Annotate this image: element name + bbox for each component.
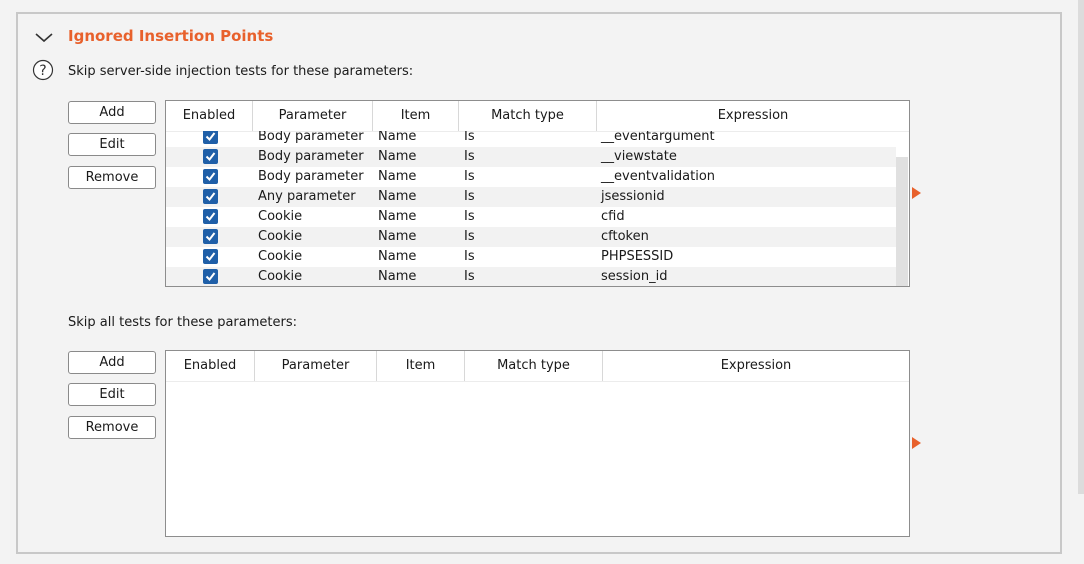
- table-body: [166, 381, 896, 536]
- table-body: Body parameter Name Is __eventargument Body …: [166, 131, 896, 286]
- checkmark-icon: [205, 132, 216, 142]
- cell-item: Name: [378, 149, 417, 164]
- cell-expression: __eventvalidation: [601, 169, 716, 184]
- enabled-checkbox[interactable]: [203, 209, 218, 224]
- table-row[interactable]: Body parameter Name Is __eventargument: [166, 131, 896, 147]
- cell-match-type: Is: [464, 131, 475, 144]
- table-header: Enabled Parameter Item Match type Expres…: [166, 101, 909, 132]
- checkmark-icon: [205, 152, 216, 162]
- enabled-checkbox[interactable]: [203, 169, 218, 184]
- cell-match-type: Is: [464, 249, 475, 264]
- cell-expression: __eventargument: [601, 131, 715, 144]
- cell-item: Name: [378, 131, 417, 144]
- add-button[interactable]: Add: [68, 101, 156, 124]
- cell-item: Name: [378, 169, 417, 184]
- checkmark-icon: [205, 212, 216, 222]
- column-header-expression[interactable]: Expression: [603, 351, 909, 381]
- add-button[interactable]: Add: [68, 351, 156, 374]
- cell-parameter: Cookie: [258, 229, 303, 244]
- edit-button[interactable]: Edit: [68, 383, 156, 406]
- cell-parameter: Cookie: [258, 269, 303, 284]
- cell-parameter: Any parameter: [258, 189, 356, 204]
- checkmark-icon: [205, 252, 216, 262]
- enabled-checkbox[interactable]: [203, 131, 218, 144]
- cell-match-type: Is: [464, 169, 475, 184]
- chevron-down-icon[interactable]: [34, 30, 54, 44]
- svg-text:?: ?: [39, 63, 46, 79]
- enabled-checkbox[interactable]: [203, 269, 218, 284]
- table-row[interactable]: Cookie Name Is PHPSESSID: [166, 247, 896, 267]
- cell-expression: cfid: [601, 209, 625, 224]
- column-header-parameter[interactable]: Parameter: [255, 351, 377, 381]
- enabled-checkbox[interactable]: [203, 229, 218, 244]
- cell-expression: jsessionid: [601, 189, 665, 204]
- cell-expression: __viewstate: [601, 149, 677, 164]
- cell-parameter: Cookie: [258, 209, 303, 224]
- cell-parameter: Body parameter: [258, 131, 364, 144]
- cell-match-type: Is: [464, 189, 475, 204]
- column-header-item[interactable]: Item: [373, 101, 459, 131]
- enabled-checkbox[interactable]: [203, 189, 218, 204]
- skip-all-tests-table: Enabled Parameter Item Match type Expres…: [165, 350, 910, 537]
- table-row[interactable]: Cookie Name Is cfid: [166, 207, 896, 227]
- cell-item: Name: [378, 269, 417, 284]
- window-scrollbar[interactable]: [1078, 0, 1084, 494]
- cell-expression: session_id: [601, 269, 668, 284]
- checkmark-icon: [205, 172, 216, 182]
- table-row[interactable]: Body parameter Name Is __viewstate: [166, 147, 896, 167]
- cell-parameter: Body parameter: [258, 149, 364, 164]
- checkmark-icon: [205, 272, 216, 282]
- cell-expression: PHPSESSID: [601, 249, 674, 264]
- checkmark-icon: [205, 232, 216, 242]
- cell-parameter: Body parameter: [258, 169, 364, 184]
- cell-expression: cftoken: [601, 229, 649, 244]
- table-header: Enabled Parameter Item Match type Expres…: [166, 351, 909, 382]
- remove-button[interactable]: Remove: [68, 166, 156, 189]
- play-arrow-icon[interactable]: [912, 187, 921, 199]
- skip-server-side-table: Enabled Parameter Item Match type Expres…: [165, 100, 910, 287]
- help-icon[interactable]: ?: [32, 59, 54, 81]
- column-header-expression[interactable]: Expression: [597, 101, 909, 131]
- edit-button[interactable]: Edit: [68, 133, 156, 156]
- remove-button[interactable]: Remove: [68, 416, 156, 439]
- column-header-match-type[interactable]: Match type: [459, 101, 597, 131]
- play-arrow-icon[interactable]: [912, 437, 921, 449]
- cell-item: Name: [378, 229, 417, 244]
- cell-match-type: Is: [464, 149, 475, 164]
- table-row[interactable]: Cookie Name Is cftoken: [166, 227, 896, 247]
- enabled-checkbox[interactable]: [203, 149, 218, 164]
- section-description-2: Skip all tests for these parameters:: [68, 315, 297, 330]
- table-scrollbar[interactable]: [896, 157, 908, 286]
- column-header-enabled[interactable]: Enabled: [166, 351, 255, 381]
- table-row[interactable]: Cookie Name Is session_id: [166, 267, 896, 286]
- cell-match-type: Is: [464, 209, 475, 224]
- cell-match-type: Is: [464, 269, 475, 284]
- checkmark-icon: [205, 192, 216, 202]
- cell-item: Name: [378, 209, 417, 224]
- table-row[interactable]: Any parameter Name Is jsessionid: [166, 187, 896, 207]
- enabled-checkbox[interactable]: [203, 249, 218, 264]
- table-row[interactable]: Body parameter Name Is __eventvalidation: [166, 167, 896, 187]
- cell-parameter: Cookie: [258, 249, 303, 264]
- section-description-1: Skip server-side injection tests for the…: [68, 64, 414, 79]
- section-title: Ignored Insertion Points: [68, 27, 274, 45]
- cell-item: Name: [378, 249, 417, 264]
- column-header-parameter[interactable]: Parameter: [253, 101, 373, 131]
- column-header-match-type[interactable]: Match type: [465, 351, 603, 381]
- column-header-item[interactable]: Item: [377, 351, 465, 381]
- column-header-enabled[interactable]: Enabled: [166, 101, 253, 131]
- cell-match-type: Is: [464, 229, 475, 244]
- cell-item: Name: [378, 189, 417, 204]
